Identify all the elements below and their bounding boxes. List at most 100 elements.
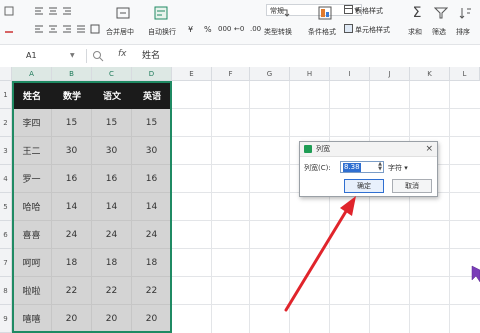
currency-symbol[interactable]: ¥ [188,25,193,34]
table-cell[interactable]: 16 [132,165,172,193]
table-style-label[interactable]: 表格样式 [355,6,383,16]
align-top-icon[interactable] [34,6,44,16]
thousands-symbol[interactable]: 000 [218,25,231,33]
row-header-5[interactable]: 5 [0,193,12,221]
table-cell[interactable]: 14 [92,193,132,221]
type-convert-icon[interactable] [276,6,290,20]
column-header-c[interactable]: C [92,67,132,81]
column-width-input[interactable]: 8.38 ▲ ▼ [340,161,384,173]
row-header-3[interactable]: 3 [0,137,12,165]
name-box[interactable]: A1 ▼ [26,49,82,63]
table-header-cell[interactable]: 数学 [52,81,92,109]
decrease-decimal-symbol[interactable]: ←0 [234,25,244,33]
column-header-i[interactable]: I [330,67,370,81]
table-cell[interactable]: 15 [92,109,132,137]
zoom-icon[interactable] [92,50,104,62]
ok-button[interactable]: 确定 [344,179,384,193]
table-cell[interactable]: 20 [132,305,172,333]
table-cell[interactable]: 30 [92,137,132,165]
percent-symbol[interactable]: % [204,25,212,34]
align-right-icon[interactable] [62,24,72,34]
align-center-icon[interactable] [48,24,58,34]
table-cell[interactable]: 15 [52,109,92,137]
cell-style-icon[interactable] [344,24,353,33]
merge-center-label[interactable]: 合并居中 [106,27,134,37]
column-header-j[interactable]: J [370,67,410,81]
underline-icon[interactable] [4,24,14,34]
table-cell[interactable]: 24 [132,221,172,249]
table-cell[interactable]: 30 [132,137,172,165]
column-header-a[interactable]: A [12,67,52,81]
table-header-cell[interactable]: 姓名 [12,81,52,109]
table-cell[interactable]: 22 [52,277,92,305]
sum-label[interactable]: 求和 [408,27,422,37]
sort-label[interactable]: 排序 [456,27,470,37]
filter-label[interactable]: 筛选 [432,27,446,37]
sort-icon[interactable] [458,6,472,20]
table-cell[interactable]: 16 [52,165,92,193]
close-icon[interactable]: × [425,142,433,156]
table-cell[interactable]: 14 [52,193,92,221]
table-cell[interactable]: 24 [92,221,132,249]
align-bottom-icon[interactable] [62,6,72,16]
align-left-icon[interactable] [34,24,44,34]
table-cell[interactable]: 哈哈 [12,193,52,221]
table-cell[interactable]: 20 [52,305,92,333]
type-convert-label[interactable]: 类型转换 [264,27,292,37]
spreadsheet-grid[interactable]: A B C D E F G H I J K L 1 2 3 4 5 6 7 8 … [0,67,480,333]
filter-icon[interactable] [434,6,448,20]
table-cell[interactable]: 20 [92,305,132,333]
table-cell[interactable]: 啦啦 [12,277,52,305]
table-header-cell[interactable]: 语文 [92,81,132,109]
column-header-f[interactable]: F [212,67,250,81]
table-cell[interactable]: 嘻嘻 [12,305,52,333]
column-header-d[interactable]: D [132,67,172,81]
table-cell[interactable]: 14 [132,193,172,221]
table-cell[interactable]: 22 [92,277,132,305]
table-style-icon[interactable] [344,5,353,14]
row-header-8[interactable]: 8 [0,277,12,305]
unit-select[interactable]: 字符 ▾ [388,163,408,173]
formula-content[interactable]: 姓名 [142,49,160,63]
table-cell[interactable]: 呵呵 [12,249,52,277]
table-cell[interactable]: 22 [132,277,172,305]
sum-icon[interactable]: Σ [410,5,424,21]
row-header-9[interactable]: 9 [0,305,12,333]
wrap-text-icon[interactable] [154,6,168,20]
column-header-b[interactable]: B [52,67,92,81]
align-middle-icon[interactable] [48,6,58,16]
table-cell[interactable]: 24 [52,221,92,249]
spinner-icon[interactable]: ▲ ▼ [378,162,382,172]
table-cell[interactable]: 15 [132,109,172,137]
distributed-icon[interactable] [90,24,100,34]
cell-style-label[interactable]: 单元格样式 [355,25,390,35]
table-header-cell[interactable]: 英语 [132,81,172,109]
cancel-button[interactable]: 取消 [392,179,432,193]
table-cell[interactable]: 18 [52,249,92,277]
table-cell[interactable]: 王二 [12,137,52,165]
row-header-1[interactable]: 1 [0,81,12,109]
column-header-g[interactable]: G [250,67,290,81]
fx-icon[interactable]: fx [118,49,127,59]
column-header-k[interactable]: K [410,67,450,81]
column-header-e[interactable]: E [172,67,212,81]
row-header-7[interactable]: 7 [0,249,12,277]
select-all-corner[interactable] [0,67,12,81]
row-header-4[interactable]: 4 [0,165,12,193]
row-header-6[interactable]: 6 [0,221,12,249]
merge-center-icon[interactable] [116,6,130,20]
increase-decimal-symbol[interactable]: .00 [250,25,261,33]
table-cell[interactable]: 李四 [12,109,52,137]
column-header-h[interactable]: H [290,67,330,81]
table-cell[interactable]: 罗一 [12,165,52,193]
table-cell[interactable]: 18 [132,249,172,277]
dialog-titlebar[interactable]: 列宽 × [300,142,437,157]
table-cell[interactable]: 30 [52,137,92,165]
bold-toggle-icon[interactable] [4,6,14,16]
table-cell[interactable]: 18 [92,249,132,277]
column-header-l[interactable]: L [450,67,480,81]
conditional-format-icon[interactable] [318,6,332,20]
wrap-text-label[interactable]: 自动换行 [148,27,176,37]
conditional-format-label[interactable]: 条件格式 [308,27,336,37]
justify-icon[interactable] [76,24,86,34]
